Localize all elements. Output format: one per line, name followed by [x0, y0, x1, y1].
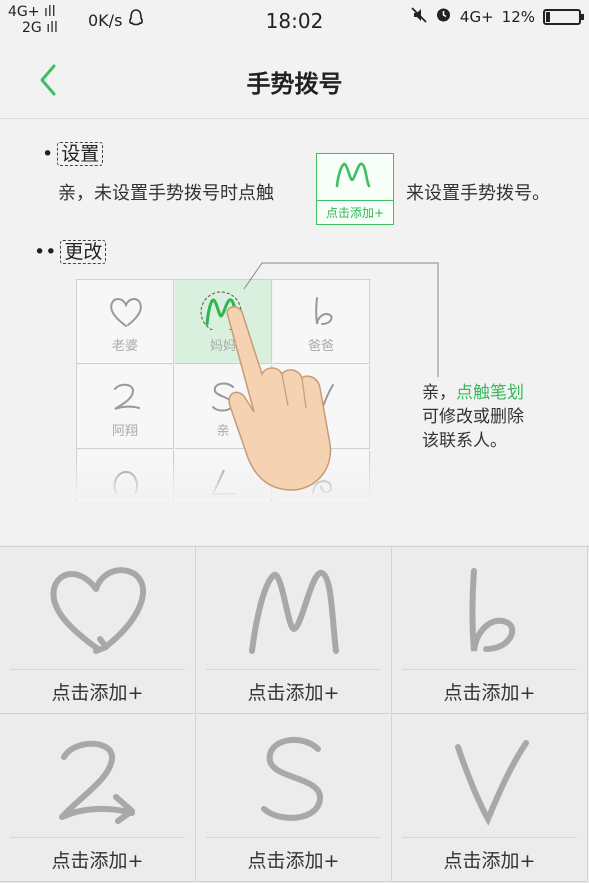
callout-text: 亲，点触笔划 可修改或删除 该联系人。	[422, 381, 524, 453]
add-gesture-label: 点击添加+	[247, 682, 340, 704]
add-gesture-label: 点击添加+	[247, 850, 340, 872]
callout-line-3: 该联系人。	[422, 431, 507, 451]
add-gesture-label: 点击添加+	[443, 850, 536, 872]
instructions-panel: • 设置 亲，未设置手势拨号时点触 点击添加+ 来设置手势拨号。 •• 更改 老婆 …	[0, 119, 589, 545]
gesture-cell-m[interactable]: 点击添加+	[196, 547, 392, 714]
battery-icon	[543, 8, 584, 25]
alarm-icon	[435, 6, 452, 27]
network-type-right: 4G+	[459, 7, 494, 26]
add-gesture-label: 点击添加+	[443, 682, 536, 704]
callout-line-2: 可修改或删除	[422, 407, 524, 427]
2-gesture-icon	[59, 740, 135, 824]
status-bar: 4G+ ıll 2G ıll 0K/s 18:02 4G+ 12%	[0, 0, 589, 44]
s-gesture-icon	[261, 736, 323, 821]
mute-icon	[411, 6, 427, 27]
battery-percent: 12%	[501, 7, 535, 26]
callout-connector	[243, 262, 439, 377]
v-gesture-icon	[455, 740, 529, 826]
heart-gesture-icon	[50, 567, 147, 654]
gesture-cell-v[interactable]: 点击添加+	[392, 715, 588, 882]
gesture-cell-b[interactable]: 点击添加+	[392, 547, 588, 714]
m-gesture-icon	[249, 570, 339, 654]
add-gesture-label: 点击添加+	[51, 682, 144, 704]
gesture-cell-2[interactable]: 点击添加+	[0, 715, 196, 882]
callout-prefix: 亲，	[422, 383, 456, 403]
page-title: 手势拨号	[246, 70, 343, 98]
gesture-grid: 点击添加+ 点击添加+ 点击添加+ 点击添加+ 点击添加+ 点击添加+	[0, 546, 589, 883]
b-gesture-icon	[469, 568, 516, 652]
add-gesture-label: 点击添加+	[51, 850, 144, 872]
callout-highlight: 点触笔划	[456, 383, 524, 403]
gesture-cell-s[interactable]: 点击添加+	[196, 715, 392, 882]
nav-bar: 手势拨号	[0, 44, 589, 119]
gesture-cell-heart[interactable]: 点击添加+	[0, 547, 196, 714]
